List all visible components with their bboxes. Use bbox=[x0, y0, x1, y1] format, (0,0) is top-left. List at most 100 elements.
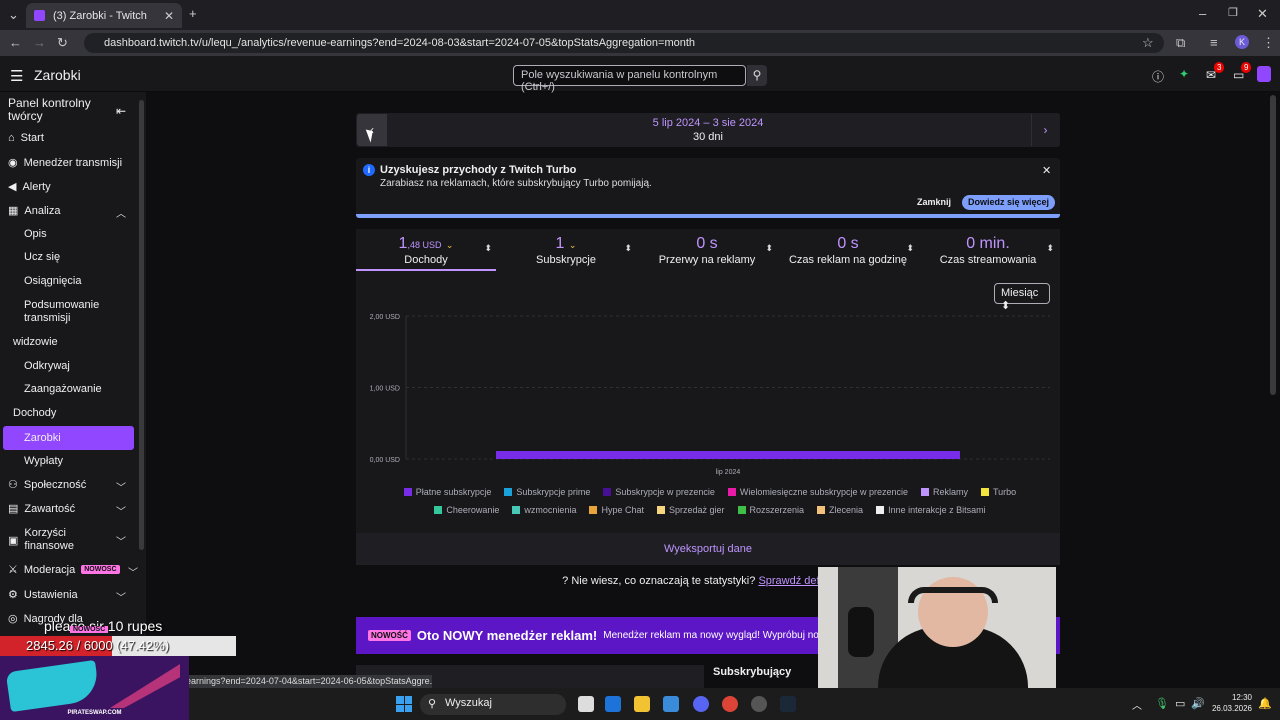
date-range-label[interactable]: 5 lip 2024 – 3 sie 2024 bbox=[560, 117, 856, 129]
sidebar-item-achievements[interactable]: Osiągnięcia bbox=[24, 275, 81, 287]
chevron-down-icon[interactable]: ﹀ bbox=[116, 533, 126, 548]
forward-icon[interactable]: → bbox=[33, 35, 46, 50]
legend-item[interactable]: Inne interakcje z Bitsami bbox=[876, 505, 986, 515]
next-period-button[interactable]: › bbox=[1031, 114, 1059, 146]
legend-item[interactable]: Płatne subskrypcje bbox=[403, 487, 491, 497]
close-tab-icon[interactable]: ✕ bbox=[164, 9, 174, 23]
sparkle-icon[interactable]: ✦ bbox=[1179, 67, 1189, 81]
legend-item[interactable]: Subskrypcje w prezencie bbox=[603, 487, 715, 497]
windows-start-icon[interactable] bbox=[396, 696, 412, 712]
sidebar-item-discover[interactable]: Odkrywaj bbox=[24, 360, 70, 372]
help-icon[interactable]: ⓘ bbox=[1152, 68, 1164, 85]
store-icon[interactable] bbox=[663, 696, 679, 712]
legend-item[interactable]: Rozszerzenia bbox=[737, 505, 804, 515]
stat-value: 0 s bbox=[696, 235, 718, 252]
notifications-icon[interactable]: 🔔 bbox=[1258, 697, 1272, 710]
sort-icon: ⬍ bbox=[1046, 243, 1054, 253]
media-icon[interactable]: ≡ bbox=[1210, 35, 1218, 50]
sidebar-item-overview[interactable]: Opis bbox=[24, 228, 47, 240]
stat-ad-time-per-hour[interactable]: 0 s Czas reklam na godzinę ⬍ bbox=[778, 229, 918, 271]
browser-menu-icon[interactable]: ⋮ bbox=[1262, 35, 1275, 51]
sidebar-item-learn[interactable]: Ucz się bbox=[24, 251, 60, 263]
sidebar-item-settings[interactable]: ⚙ Ustawienia bbox=[8, 588, 78, 602]
sidebar-item-stream-summary[interactable]: Podsumowanie transmisji bbox=[24, 299, 124, 325]
network-icon[interactable]: ▭ bbox=[1175, 697, 1185, 710]
dismiss-button[interactable]: Zamknij bbox=[917, 197, 951, 207]
taskbar-search[interactable]: Wyszukaj bbox=[420, 694, 566, 715]
clock-time[interactable]: 12:30 bbox=[1212, 693, 1252, 702]
sidebar-item-alerts[interactable]: ◀ Alerty bbox=[8, 180, 51, 194]
sidebar-item-earnings[interactable]: Zarobki bbox=[3, 426, 134, 450]
stat-ad-breaks[interactable]: 0 s Przerwy na reklamy ⬍ bbox=[637, 229, 777, 271]
browser-tab[interactable]: (3) Zarobki - Twitch ✕ bbox=[26, 3, 182, 28]
chevron-up-icon[interactable]: ︿ bbox=[116, 205, 126, 220]
tray-chevron-icon[interactable]: ︿ bbox=[1132, 697, 1142, 712]
reload-icon[interactable]: ↻ bbox=[57, 35, 68, 51]
chevron-down-icon[interactable]: ﹀ bbox=[116, 589, 126, 604]
file-explorer-icon[interactable] bbox=[634, 696, 650, 712]
sidebar-item-revenue[interactable]: Dochody bbox=[13, 407, 56, 419]
main-scrollbar[interactable] bbox=[1270, 95, 1276, 395]
x-tick-label: lip 2024 bbox=[716, 469, 741, 476]
sidebar-item-viewers[interactable]: widzowie bbox=[13, 336, 58, 348]
legend-item[interactable]: Turbo bbox=[981, 487, 1016, 497]
legend-item[interactable]: Hype Chat bbox=[589, 505, 644, 515]
bookmark-star-icon[interactable]: ☆ bbox=[1142, 35, 1154, 51]
sidebar-item-monetization[interactable]: ▣ Korzyści finansowe bbox=[8, 527, 84, 553]
gift-icon: ◎ bbox=[8, 613, 18, 625]
collapse-sidebar-icon[interactable]: ⇤ bbox=[116, 104, 126, 118]
stat-revenue[interactable]: 1,48 USD ⌄ Dochody ⬍ bbox=[356, 229, 496, 271]
url-field[interactable]: dashboard.twitch.tv/u/lequ_/analytics/re… bbox=[84, 33, 1164, 53]
new-tab-icon[interactable]: + bbox=[189, 6, 197, 21]
sidebar-item-engagement[interactable]: Zaangażowanie bbox=[24, 383, 102, 395]
sidebar-item-start[interactable]: ⌂ Start bbox=[8, 132, 44, 144]
user-avatar[interactable] bbox=[1257, 66, 1271, 82]
learn-more-button[interactable]: Dowiedz się więcej bbox=[962, 195, 1055, 210]
legend-item[interactable]: Wielomiesięczne subskrypcje w prezencie bbox=[727, 487, 908, 497]
y-tick-label: 1,00 USD bbox=[370, 386, 400, 393]
sidebar-scrollbar[interactable] bbox=[139, 100, 144, 550]
sidebar-item-analytics[interactable]: ▦ Analiza bbox=[8, 204, 60, 218]
export-data-button[interactable]: Wyeksportuj dane bbox=[356, 533, 1060, 565]
legend-item[interactable]: Reklamy bbox=[921, 487, 968, 497]
maximize-icon[interactable]: ❐ bbox=[1228, 6, 1238, 19]
outlook-icon[interactable] bbox=[605, 696, 621, 712]
close-banner-icon[interactable]: ✕ bbox=[1042, 164, 1051, 177]
minimize-icon[interactable]: – bbox=[1199, 6, 1206, 21]
tab-list-icon[interactable]: ⌄ bbox=[8, 7, 19, 23]
chevron-down-icon[interactable]: ﹀ bbox=[128, 564, 138, 579]
stat-stream-time[interactable]: 0 min. Czas streamowania ⬍ bbox=[918, 229, 1058, 271]
chevron-down-icon[interactable]: ﹀ bbox=[116, 503, 126, 518]
volume-icon[interactable]: 🔊 bbox=[1191, 697, 1205, 710]
sidebar-item-stream-manager[interactable]: ◉ Menedżer transmisji bbox=[8, 156, 122, 170]
chrome-icon[interactable] bbox=[722, 696, 738, 712]
stat-label: Przerwy na reklamy bbox=[658, 254, 756, 266]
chevron-down-icon[interactable]: ﹀ bbox=[116, 479, 126, 494]
close-window-icon[interactable]: ✕ bbox=[1257, 6, 1268, 22]
stat-subscriptions[interactable]: 1 ⌄ Subskrypcje ⬍ bbox=[496, 229, 636, 271]
steam-icon[interactable] bbox=[780, 696, 796, 712]
legend-item[interactable]: Sprzedaż gier bbox=[656, 505, 725, 515]
legend-item[interactable]: Cheerowanie bbox=[434, 505, 499, 515]
period-select-value: Miesiąc bbox=[1001, 287, 1039, 299]
sidebar-item-payouts[interactable]: Wypłaty bbox=[24, 455, 63, 467]
sidebar-item-community[interactable]: ⚇ Społeczność bbox=[8, 478, 86, 492]
menu-hamburger-icon[interactable]: ☰ bbox=[10, 67, 23, 85]
discord-icon[interactable] bbox=[693, 696, 709, 712]
obs-icon[interactable] bbox=[751, 696, 767, 712]
microphone-icon bbox=[848, 607, 874, 657]
new-badge: NOWOŚĆ bbox=[368, 630, 411, 641]
sidebar-item-content[interactable]: ▤ Zawartość bbox=[8, 502, 75, 516]
dashboard-search-input[interactable]: Pole wyszukiwania w panelu kontrolnym (C… bbox=[513, 65, 746, 93]
back-icon[interactable]: ← bbox=[9, 35, 22, 50]
legend-item[interactable]: Subskrypcje prime bbox=[504, 487, 590, 497]
microphone-tray-icon[interactable]: 🎙 bbox=[1155, 697, 1169, 710]
sidebar-item-moderation[interactable]: ⚔ Moderacja NOWOŚĆ bbox=[8, 563, 120, 576]
extensions-icon[interactable]: ⧉ bbox=[1176, 35, 1185, 51]
profile-avatar[interactable]: K bbox=[1235, 35, 1249, 49]
legend-item[interactable]: Zlecenia bbox=[817, 505, 863, 515]
legend-item[interactable]: wzmocnienia bbox=[512, 505, 576, 515]
taskview-icon[interactable] bbox=[578, 696, 594, 712]
clock-date[interactable]: 26.03.2026 bbox=[1208, 704, 1252, 713]
search-icon[interactable]: ⚲ bbox=[747, 65, 767, 86]
